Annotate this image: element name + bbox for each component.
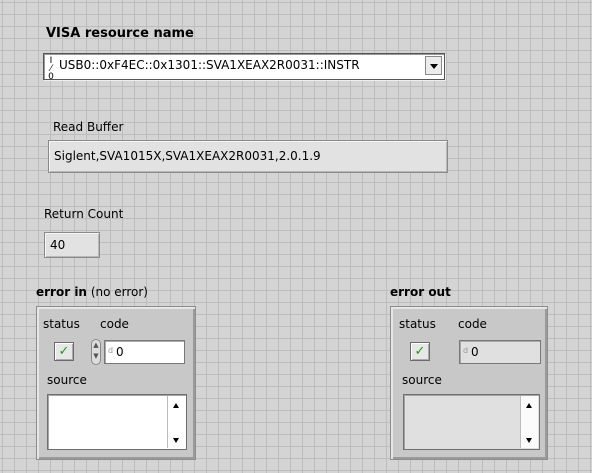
visa-resource-label: VISA resource name: [46, 26, 194, 41]
return-count-indicator: 40: [44, 232, 100, 258]
error-out-label: error out: [390, 285, 451, 299]
error-in-title: error in (no error): [36, 285, 148, 299]
error-in-subtitle: (no error): [90, 285, 148, 299]
error-in-code-label: code: [100, 317, 129, 331]
scroll-up-icon[interactable]: [526, 403, 532, 408]
error-in-code-value: 0: [116, 345, 124, 359]
error-out-status-label: status: [399, 317, 436, 331]
error-in-cluster: status code ✓ ▲ ▼ d 0 source: [36, 306, 196, 460]
error-out-cluster: status code ✓ d 0 source: [390, 306, 548, 460]
visa-resource-control[interactable]: I ⁄ 0 USB0::0xF4EC::0x1301::SVA1XEAX2R0031…: [43, 53, 445, 82]
error-out-status-led: ✓: [410, 342, 430, 361]
visa-io-icon: I ⁄ 0: [48, 56, 54, 82]
numeric-type-icon: d: [108, 346, 114, 355]
error-out-source-label: source: [402, 373, 442, 387]
error-in-label: error in: [36, 285, 87, 299]
read-buffer-label: Read Buffer: [53, 120, 124, 134]
visa-resource-value: USB0::0xF4EC::0x1301::SVA1XEAX2R0031::IN…: [59, 58, 360, 72]
error-in-source-scrollbar[interactable]: [167, 396, 185, 448]
error-in-status-checkbox[interactable]: ✓: [54, 342, 74, 361]
error-in-source-label: source: [47, 373, 87, 387]
error-out-code-label: code: [458, 317, 487, 331]
return-count-value: 40: [50, 238, 66, 252]
read-buffer-value: Siglent,SVA1015X,SVA1XEAX2R0031,2.0.1.9: [54, 149, 321, 163]
error-in-status-label: status: [43, 317, 80, 331]
error-out-code-value: 0: [471, 345, 479, 359]
scroll-up-icon[interactable]: [173, 403, 179, 408]
error-in-code-field[interactable]: d 0: [104, 340, 185, 364]
read-buffer-indicator: Siglent,SVA1015X,SVA1XEAX2R0031,2.0.1.9: [48, 140, 448, 173]
error-in-source-field[interactable]: [47, 394, 187, 450]
numeric-type-icon: d: [463, 346, 469, 355]
dropdown-arrow-icon[interactable]: [425, 56, 442, 75]
error-out-code-indicator: d 0: [459, 340, 541, 364]
scroll-down-icon[interactable]: [526, 438, 532, 443]
return-count-label: Return Count: [44, 207, 124, 221]
error-out-source-indicator: [403, 394, 540, 450]
error-out-source-scrollbar[interactable]: [520, 396, 538, 448]
scroll-down-icon[interactable]: [173, 438, 179, 443]
increment-decrement-icon[interactable]: ▲ ▼: [91, 339, 101, 365]
